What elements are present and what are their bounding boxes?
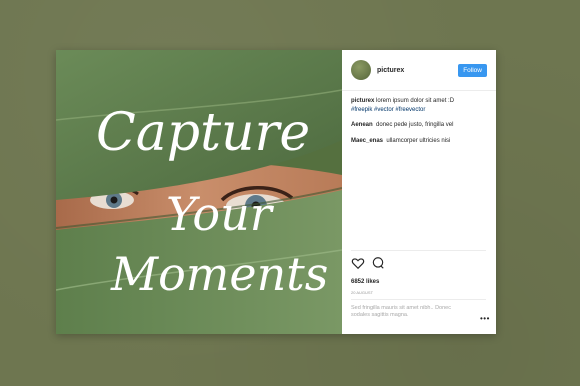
likes-count[interactable]: 6852 likes	[351, 279, 379, 285]
comment-username[interactable]: Maec_enas	[351, 138, 383, 144]
caption-username[interactable]: picturex	[351, 98, 374, 104]
comment-username[interactable]: Aenean	[351, 122, 373, 128]
divider	[351, 299, 486, 300]
overlay-line-1: Capture	[96, 103, 310, 163]
caption-hashtags[interactable]: #freepik #vector #freevector	[351, 107, 425, 113]
comment-item: Aenean donec pede justo, fringilla vel	[351, 121, 487, 130]
post-date: 20 AUGUST	[351, 290, 374, 295]
comment-icon[interactable]	[371, 256, 385, 270]
comment-text: donec pede justo, fringilla vel	[376, 122, 454, 128]
comment-list: picturex lorem ipsum dolor sit amet :D #…	[342, 91, 496, 158]
caption: picturex lorem ipsum dolor sit amet :D #…	[351, 97, 487, 114]
post-panel: picturex Follow picturex lorem ipsum dol…	[342, 50, 496, 334]
post-header: picturex Follow	[342, 50, 496, 91]
leaf-photo-illustration: Capture Your Moments	[56, 50, 342, 334]
heart-icon[interactable]	[351, 256, 365, 270]
overlay-line-2: Your	[166, 187, 275, 241]
avatar[interactable]	[351, 60, 371, 80]
add-comment-field[interactable]: Sed fringilla mauris sit amet nibh.. Don…	[351, 305, 471, 319]
divider	[351, 250, 486, 251]
comment-text: ullamcorper ultricies nisi	[386, 137, 451, 144]
action-bar	[351, 256, 385, 270]
post-card: Capture Your Moments picturex Follow pic…	[56, 50, 496, 334]
header-username[interactable]: picturex	[377, 67, 458, 74]
post-photo[interactable]: Capture Your Moments	[56, 50, 342, 334]
comment-item: Maec_enas ullamcorper ultricies nisi	[351, 137, 487, 146]
more-options-icon[interactable]: •••	[480, 314, 490, 323]
caption-text: lorem ipsum dolor sit amet :D	[376, 98, 455, 104]
follow-button[interactable]: Follow	[458, 63, 487, 77]
overlay-line-3: Moments	[110, 247, 328, 301]
